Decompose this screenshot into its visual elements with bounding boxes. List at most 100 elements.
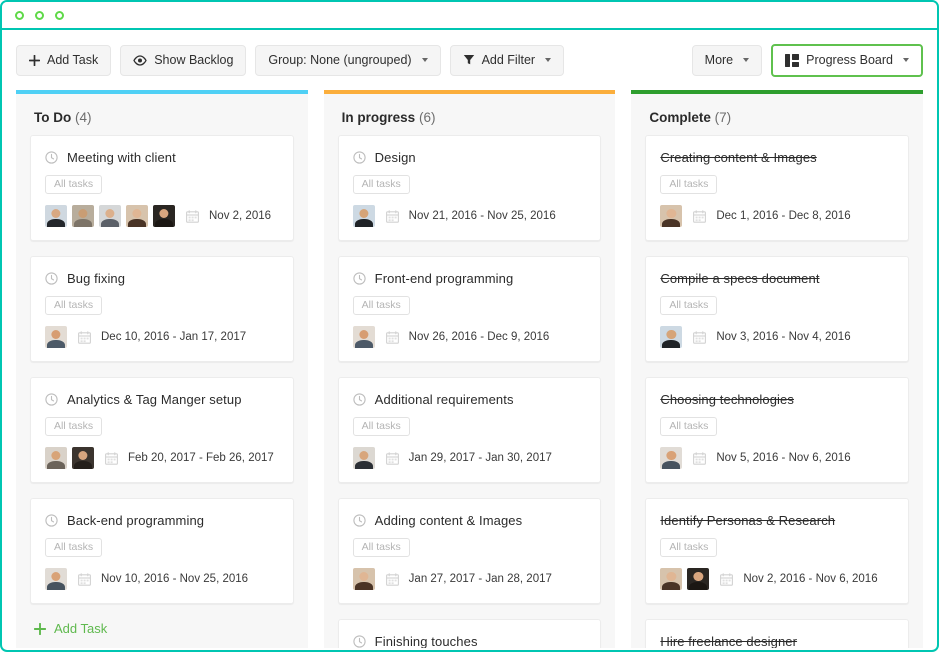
task-card[interactable]: Hire freelance designerAll tasksNov 2, 2… [645,619,910,648]
task-card[interactable]: Creating content & Images All tasks Dec 1,… [645,135,910,241]
avatar-body [662,219,681,227]
avatar-head [359,450,369,460]
task-card-tag[interactable]: All tasks [352,417,410,436]
chevron-down-icon [545,58,552,62]
avatar[interactable] [352,568,375,590]
toolbar: Add Task Show Backlog Group: None (ungro… [2,30,937,90]
add-task-link[interactable]: Add Task [30,619,111,636]
column-header: To Do (4) [16,94,308,135]
task-card-footer: Nov 26, 2016 - Dec 9, 2016 [352,326,587,348]
clock-icon [45,151,58,164]
avatar-body [154,219,174,227]
task-card-tag[interactable]: All tasks [660,175,718,194]
close-dot[interactable] [15,10,24,20]
progress-board-dropdown[interactable]: Progress Board [771,43,923,77]
avatar-body [354,461,373,469]
avatar[interactable] [660,568,683,590]
task-card[interactable]: Choosing technologies All tasks Nov 5, 201… [645,377,910,483]
task-card[interactable]: Additional requirements All tasks Jan 29, … [337,377,602,483]
calendar-icon [385,209,399,223]
calendar-icon [693,330,707,344]
task-card-title-row: Choosing technologies [660,391,894,408]
task-card[interactable]: Front-end programming All tasks Nov 26, 20… [337,256,602,362]
avatar[interactable] [352,326,375,348]
task-card-title: Creating content & Images [660,150,817,165]
task-card-tag[interactable]: All tasks [45,296,103,315]
maximize-dot[interactable] [55,10,64,20]
avatar[interactable] [45,568,67,590]
task-card-footer: Nov 2, 2016 [45,205,279,227]
add-filter-dropdown[interactable]: Add Filter [449,44,565,76]
task-card[interactable]: Back-end programming All tasks Nov 10, 201… [30,498,294,604]
task-card-title-row: Compile a specs document [660,270,894,287]
avatar[interactable] [660,326,683,348]
task-card-title: Hire freelance designer [660,634,798,648]
avatar-head [359,571,369,581]
avatar-head [51,450,61,460]
add-task-button[interactable]: Add Task [16,44,112,76]
avatar-head [359,329,369,339]
task-card-footer: Dec 1, 2016 - Dec 8, 2016 [660,205,894,227]
avatar[interactable] [352,205,375,227]
minimize-dot[interactable] [35,10,44,20]
task-card-title-row: Back-end programming [45,512,279,529]
task-card-date: Nov 2, 2016 [209,210,272,222]
group-dropdown-label: Group: None (ungrouped) [268,53,412,67]
show-backlog-button[interactable]: Show Backlog [120,44,247,76]
avatar[interactable] [153,205,175,227]
task-card-date: Nov 26, 2016 - Dec 9, 2016 [408,331,550,343]
calendar-icon [385,572,399,586]
task-card-date: Nov 5, 2016 - Nov 6, 2016 [716,452,851,464]
task-card-title-row: Identify Personas & Research [660,512,894,529]
task-card-title: Analytics & Tag Manger setup [67,392,242,407]
task-card-tag[interactable]: All tasks [660,538,718,557]
task-card-tag[interactable]: All tasks [352,296,410,315]
avatar[interactable] [660,447,683,469]
task-card-date: Feb 20, 2017 - Feb 26, 2017 [128,452,274,464]
kanban-board: To Do (4) Meeting with client All tasks Nov… [2,90,937,648]
more-dropdown[interactable]: More [691,44,763,76]
task-card-title: Front-end programming [374,271,514,286]
task-card-tag[interactable]: All tasks [45,175,103,194]
task-card-title-row: Creating content & Images [660,149,894,166]
avatar-head [78,450,88,460]
avatar-head [51,208,61,218]
avatar[interactable] [126,205,148,227]
task-card[interactable]: Identify Personas & Research All tasks Nov… [645,498,910,604]
show-backlog-button-label: Show Backlog [154,53,234,67]
group-dropdown[interactable]: Group: None (ungrouped) [255,44,441,76]
avatar[interactable] [660,205,683,227]
task-card[interactable]: Analytics & Tag Manger setup All tasks Feb… [30,377,294,483]
avatar[interactable] [72,205,94,227]
avatar-body [73,461,93,469]
avatar[interactable] [45,205,67,227]
task-card[interactable]: Adding content & Images All tasks Jan 27, … [337,498,602,604]
avatar[interactable] [45,326,67,348]
task-card[interactable]: Finishing touchesAll tasksJan 31, 2017 -… [337,619,602,648]
avatar[interactable] [352,447,375,469]
task-card[interactable]: Bug fixing All tasks Dec 10, 2016 - Jan 17… [30,256,294,362]
more-dropdown-label: More [704,53,734,67]
task-card-date: Jan 29, 2017 - Jan 30, 2017 [408,452,552,464]
app-window: Add Task Show Backlog Group: None (ungro… [0,0,939,652]
task-card-footer: Feb 20, 2017 - Feb 26, 2017 [45,447,279,469]
avatar[interactable] [687,568,710,590]
task-card-date: Nov 21, 2016 - Nov 25, 2016 [408,210,556,222]
avatar-body [46,340,66,348]
avatar[interactable] [72,447,94,469]
task-card-tag[interactable]: All tasks [45,417,103,436]
avatar[interactable] [99,205,121,227]
avatar[interactable] [45,447,67,469]
task-card[interactable]: Meeting with client All tasks Nov 2, 2016 [30,135,294,241]
task-card-date: Jan 27, 2017 - Jan 28, 2017 [408,573,552,585]
task-card[interactable]: Design All tasks Nov 21, 2016 - Nov 25, 20… [337,135,602,241]
task-card-tag[interactable]: All tasks [352,175,410,194]
task-card-title-row: Additional requirements [353,391,587,408]
task-card-tag[interactable]: All tasks [352,538,410,557]
task-card-tag[interactable]: All tasks [660,417,718,436]
clock-icon [353,514,366,527]
task-card-tag[interactable]: All tasks [660,296,718,315]
task-card-tag[interactable]: All tasks [45,538,103,557]
task-card[interactable]: Compile a specs document All tasks Nov 3, … [645,256,910,362]
funnel-icon [463,54,475,66]
